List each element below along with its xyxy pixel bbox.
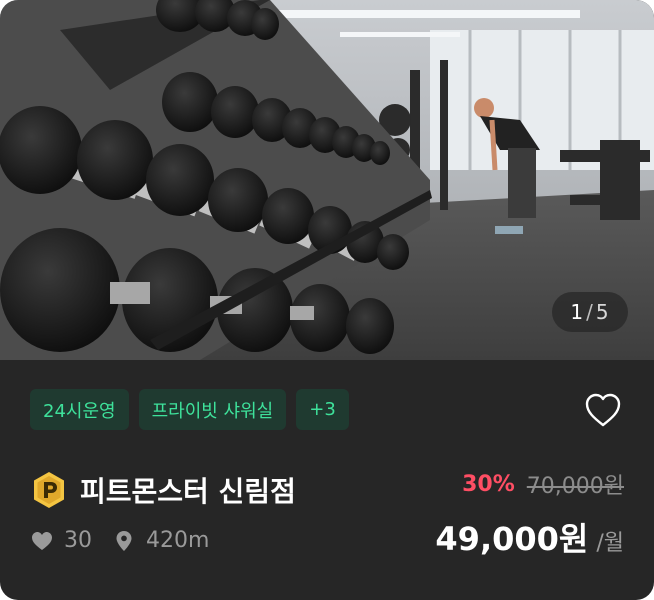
sale-price: 49,000원 [435, 520, 589, 558]
page-separator: / [586, 300, 594, 324]
page-total: 5 [595, 300, 610, 324]
like-count: 30 [64, 528, 92, 553]
favorite-button[interactable] [584, 392, 622, 428]
tag-private-shower[interactable]: 프라이빗 샤워실 [138, 389, 287, 430]
brand-badge-icon [34, 472, 64, 508]
page-current: 1 [570, 300, 585, 324]
gym-title-row: 피트몬스터 신림점 [30, 470, 296, 510]
price-per-unit: /월 [596, 531, 624, 556]
price-row: 49,000원 /월 [435, 514, 624, 560]
heart-outline-icon [585, 393, 621, 427]
gym-meta-row: 30 420m [30, 528, 209, 553]
heart-filled-icon [32, 531, 52, 550]
feature-tags: 24시운영 프라이빗 샤워실 +3 [30, 389, 349, 430]
tag-more[interactable]: +3 [296, 389, 349, 430]
distance: 420m [146, 528, 210, 553]
gym-card[interactable]: 1 / 5 24시운영 프라이빗 샤워실 +3 피트몬스터 신림점 30 420… [0, 0, 654, 600]
gym-name: 피트몬스터 신림점 [80, 475, 296, 508]
original-price: 70,000원 [526, 474, 624, 499]
tag-24h[interactable]: 24시운영 [30, 389, 129, 430]
discount-rate: 30% [462, 471, 515, 497]
gym-photo[interactable]: 1 / 5 [0, 0, 654, 360]
discount-row: 30% 70,000원 [462, 468, 624, 500]
image-page-indicator: 1 / 5 [552, 292, 628, 332]
location-pin-icon [116, 530, 132, 551]
